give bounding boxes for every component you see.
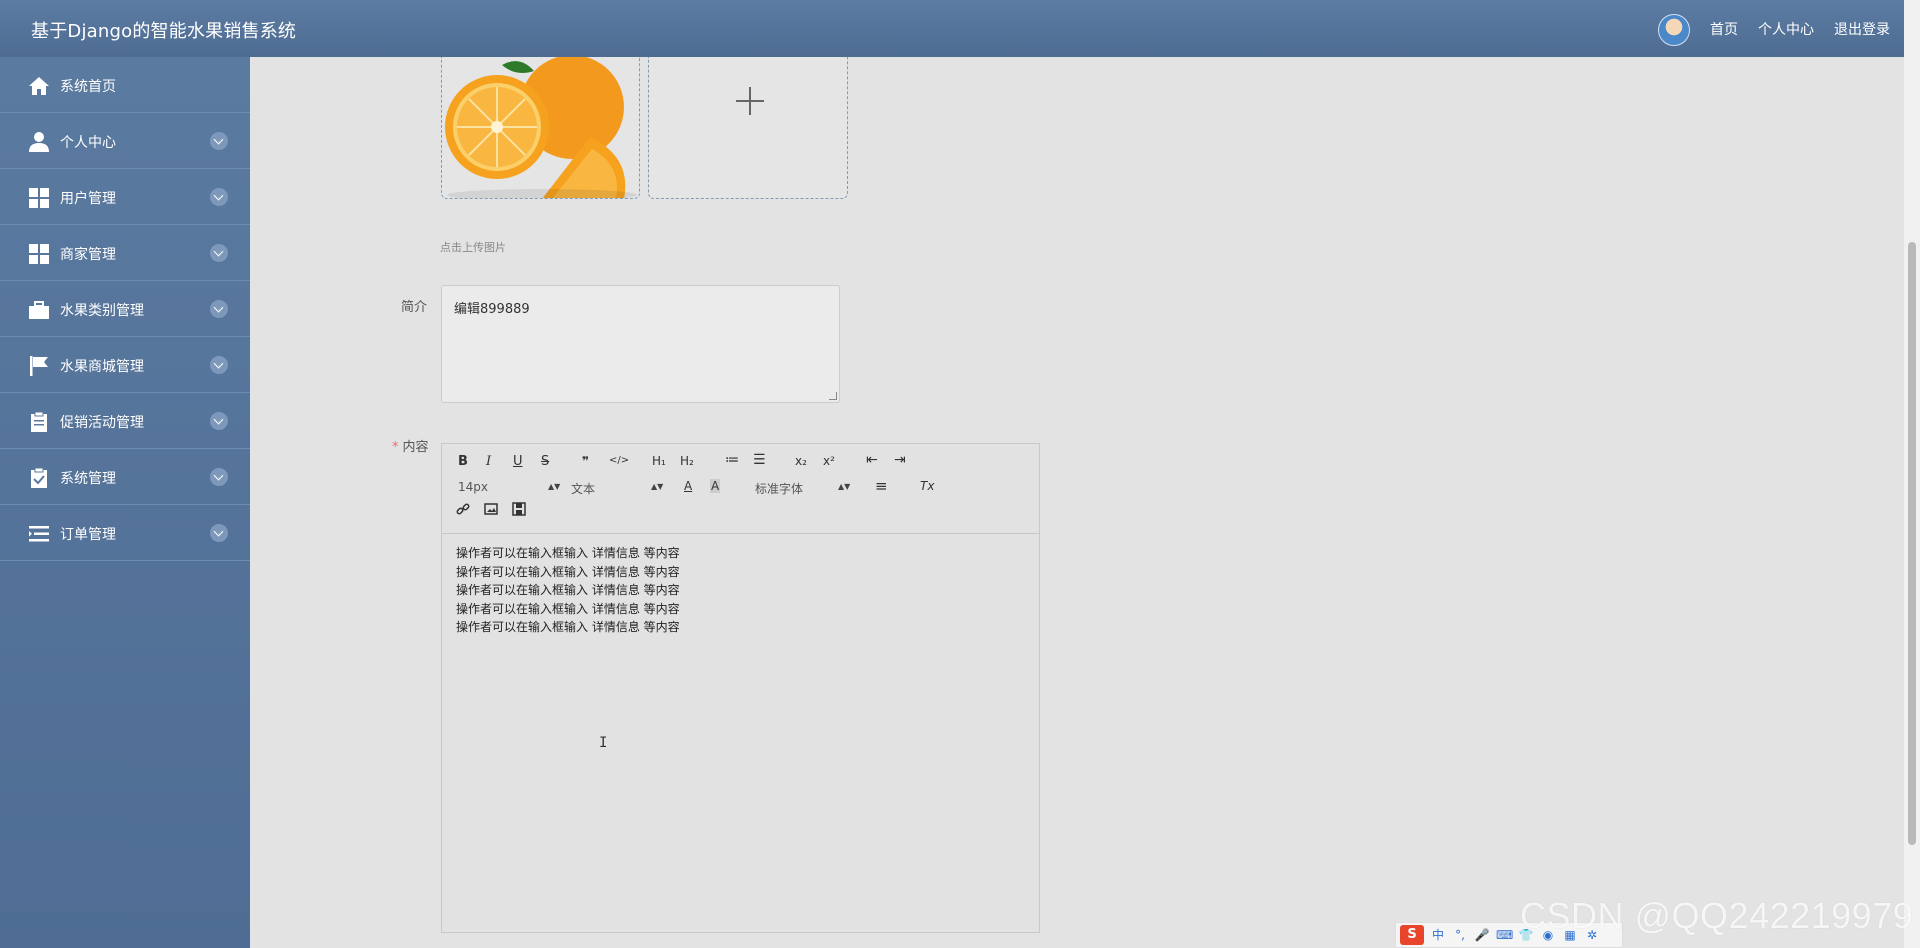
uploaded-image-preview[interactable] bbox=[441, 57, 640, 199]
editor-content[interactable]: 操作者可以在输入框输入 详情信息 等内容 操作者可以在输入框输入 详情信息 等内… bbox=[442, 534, 1039, 647]
editor-line: 操作者可以在输入框输入 详情信息 等内容 bbox=[456, 620, 680, 634]
editor-line: 操作者可以在输入框输入 详情信息 等内容 bbox=[456, 583, 680, 597]
font-size-select[interactable]: 14px ▲▼ bbox=[458, 480, 560, 494]
sidebar-item-label: 系统管理 bbox=[60, 471, 116, 487]
chevron-down-icon bbox=[210, 524, 228, 542]
sidebar-item-order-management[interactable]: 订单管理 bbox=[0, 505, 250, 561]
superscript-button[interactable]: x² bbox=[823, 454, 835, 468]
briefcase-icon bbox=[29, 301, 49, 319]
upload-hint: 点击上传图片 bbox=[440, 241, 506, 254]
text-cursor-icon: I bbox=[599, 735, 608, 751]
sidebar-item-label: 订单管理 bbox=[60, 527, 116, 543]
editor-line: 操作者可以在输入框输入 详情信息 等内容 bbox=[456, 546, 680, 560]
sidebar-item-label: 水果商城管理 bbox=[60, 359, 144, 375]
blockquote-button[interactable]: ❞ bbox=[582, 454, 589, 468]
avatar[interactable] bbox=[1658, 14, 1690, 46]
required-marker: * bbox=[392, 440, 399, 455]
sidebar-item-label: 个人中心 bbox=[60, 135, 116, 151]
italic-button[interactable]: I bbox=[486, 454, 491, 469]
editor-line: 操作者可以在输入框输入 详情信息 等内容 bbox=[456, 564, 680, 579]
sidebar-item-fruit-category[interactable]: 水果类别管理 bbox=[0, 281, 250, 337]
ordered-list-button[interactable]: ≔ bbox=[725, 452, 739, 468]
link-icon[interactable] bbox=[456, 502, 470, 519]
select-arrow-icon: ▲▼ bbox=[651, 482, 664, 491]
text-color-button[interactable]: A bbox=[684, 479, 692, 493]
background-color-button[interactable]: A bbox=[710, 479, 721, 493]
sidebar-item-label: 商家管理 bbox=[60, 247, 116, 263]
content-label: * 内容 bbox=[392, 440, 429, 455]
header2-button[interactable]: H₂ bbox=[680, 454, 694, 468]
home-icon bbox=[29, 77, 49, 95]
font-family-select[interactable]: 标准字体 ▲▼ bbox=[755, 480, 851, 497]
nav-home-link[interactable]: 首页 bbox=[1710, 19, 1738, 39]
ime-mode-toggle[interactable]: 中 bbox=[1430, 927, 1446, 943]
checklist-icon bbox=[31, 467, 47, 488]
top-header: 基于Django的智能水果销售系统 首页 个人中心 退出登录 bbox=[0, 0, 1904, 57]
select-arrow-icon: ▲▼ bbox=[548, 482, 561, 491]
clipboard-icon bbox=[31, 411, 47, 432]
code-button[interactable]: </> bbox=[609, 455, 629, 466]
align-button[interactable]: ≡ bbox=[875, 477, 888, 495]
orange-image bbox=[445, 57, 637, 198]
resize-handle[interactable] bbox=[829, 392, 837, 400]
page-scrollbar[interactable] bbox=[1904, 0, 1920, 948]
upload-add-button[interactable] bbox=[648, 57, 848, 199]
editor-toolbar: B I U S ❞ </> H₁ H₂ ≔ ☰ x₂ x² ⇤ ⇥ 14px ▲▼… bbox=[442, 444, 1039, 534]
sidebar-item-personal-center[interactable]: 个人中心 bbox=[0, 113, 250, 169]
nav-user-center-link[interactable]: 个人中心 bbox=[1758, 19, 1814, 39]
select-arrow-icon: ▲▼ bbox=[838, 482, 851, 491]
chevron-down-icon bbox=[210, 356, 228, 374]
chevron-down-icon bbox=[210, 188, 228, 206]
flag-icon bbox=[30, 356, 48, 376]
header-select[interactable]: 文本 ▲▼ bbox=[571, 480, 663, 497]
sidebar-item-label: 水果类别管理 bbox=[60, 303, 144, 319]
strike-button[interactable]: S bbox=[541, 454, 549, 469]
sidebar-item-merchant-management[interactable]: 商家管理 bbox=[0, 225, 250, 281]
sogou-logo-icon[interactable]: S bbox=[1400, 925, 1424, 945]
microphone-icon[interactable]: 🎤 bbox=[1474, 927, 1490, 943]
video-icon[interactable] bbox=[512, 502, 526, 519]
intro-textarea[interactable]: 编辑899889 bbox=[441, 285, 840, 403]
bold-button[interactable]: B bbox=[458, 454, 468, 469]
sidebar-item-system-management[interactable]: 系统管理 bbox=[0, 449, 250, 505]
chevron-down-icon bbox=[210, 468, 228, 486]
scrollbar-thumb[interactable] bbox=[1908, 242, 1916, 845]
subscript-button[interactable]: x₂ bbox=[795, 454, 807, 468]
sidebar-item-label: 促销活动管理 bbox=[60, 415, 144, 431]
image-icon[interactable] bbox=[484, 502, 498, 519]
sidebar-item-label: 系统首页 bbox=[60, 79, 116, 95]
chevron-down-icon bbox=[210, 300, 228, 318]
app-title: 基于Django的智能水果销售系统 bbox=[31, 21, 297, 42]
intro-value: 编辑899889 bbox=[454, 302, 530, 317]
sidebar-item-user-management[interactable]: 用户管理 bbox=[0, 169, 250, 225]
list-icon bbox=[29, 526, 49, 542]
underline-button[interactable]: U bbox=[513, 454, 523, 469]
sidebar-item-label: 用户管理 bbox=[60, 191, 116, 207]
sidebar-item-promotion[interactable]: 促销活动管理 bbox=[0, 393, 250, 449]
keyboard-icon[interactable]: ⌨ bbox=[1496, 927, 1513, 943]
rich-text-editor[interactable]: B I U S ❞ </> H₁ H₂ ≔ ☰ x₂ x² ⇤ ⇥ 14px ▲▼… bbox=[441, 443, 1040, 933]
sidebar-item-home[interactable]: 系统首页 bbox=[0, 57, 250, 113]
header1-button[interactable]: H₁ bbox=[652, 454, 666, 468]
outdent-button[interactable]: ⇤ bbox=[866, 452, 878, 468]
clean-format-button[interactable]: Tx bbox=[920, 479, 934, 493]
grid-icon bbox=[29, 188, 49, 208]
sidebar: 系统首页 个人中心 用户管理 商家管理 水果类别管理 水果商城管理 促销活动管理… bbox=[0, 57, 250, 948]
punctuation-icon[interactable]: °, bbox=[1452, 927, 1468, 943]
grid-icon bbox=[29, 244, 49, 264]
chevron-down-icon bbox=[210, 132, 228, 150]
indent-button[interactable]: ⇥ bbox=[894, 452, 906, 468]
chevron-down-icon bbox=[210, 412, 228, 430]
nav-logout-link[interactable]: 退出登录 bbox=[1834, 19, 1890, 39]
chevron-down-icon bbox=[210, 244, 228, 262]
bullet-list-button[interactable]: ☰ bbox=[753, 452, 766, 468]
intro-label: 简介 bbox=[401, 300, 428, 315]
watermark: CSDN @QQ242219979 bbox=[1520, 895, 1914, 936]
sidebar-item-fruit-mall[interactable]: 水果商城管理 bbox=[0, 337, 250, 393]
editor-line: 操作者可以在输入框输入 详情信息 等内容 bbox=[456, 601, 680, 616]
user-icon bbox=[29, 132, 49, 152]
